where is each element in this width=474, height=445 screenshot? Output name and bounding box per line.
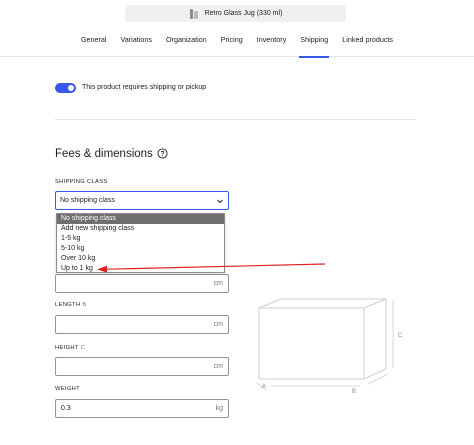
diagram-label-c: C — [398, 333, 403, 339]
dropdown-option[interactable]: 5-10 kg — [57, 244, 224, 254]
height-field[interactable]: cm — [55, 357, 229, 376]
weight-unit: kg — [215, 405, 223, 412]
tab-variations[interactable]: Variations — [121, 30, 152, 57]
length-label-text: LENGTH — [55, 302, 81, 308]
tab-pricing[interactable]: Pricing — [221, 30, 243, 57]
product-editor: Retro Glass Jug (330 ml) General Variati… — [0, 0, 474, 445]
length-unit: cm — [213, 321, 223, 328]
section-divider — [55, 119, 416, 120]
dropdown-option[interactable]: Over 10 kg — [57, 254, 224, 264]
shipping-class-label: SHIPPING CLASS — [55, 179, 108, 185]
tab-inventory[interactable]: Inventory — [257, 30, 287, 57]
help-icon[interactable] — [157, 148, 168, 159]
diagram-label-b: B — [352, 389, 356, 395]
width-unit: cm — [213, 280, 223, 287]
height-key: C — [80, 345, 86, 351]
weight-value: 0.3 — [61, 405, 71, 412]
product-title-bar[interactable]: Retro Glass Jug (330 ml) — [125, 5, 346, 22]
chevron-down-icon — [217, 199, 223, 204]
height-label-text: HEIGHT — [55, 345, 79, 351]
tab-general[interactable]: General — [81, 30, 107, 57]
diagram-label-a: A — [262, 384, 266, 390]
dropdown-option[interactable]: No shipping class — [57, 214, 224, 224]
length-key: B — [82, 302, 87, 308]
dropdown-option[interactable]: 1-5 kg — [57, 234, 224, 244]
tab-organization[interactable]: Organization — [166, 30, 207, 57]
shipping-class-dropdown: No shipping class Add new shipping class… — [56, 213, 225, 273]
dropdown-option[interactable]: Up to 1 kg — [57, 264, 224, 274]
weight-field[interactable]: 0.3 kg — [55, 399, 229, 418]
section-title: Fees & dimensions — [55, 148, 153, 160]
shipping-toggle-label: This product requires shipping or pickup — [82, 84, 207, 91]
dropdown-option[interactable]: Add new shipping class — [57, 224, 224, 234]
weight-label: WEIGHT — [55, 386, 80, 392]
product-name: Retro Glass Jug (330 ml) — [204, 10, 283, 17]
tab-shipping[interactable]: Shipping — [299, 30, 330, 58]
height-label: HEIGHT C — [55, 345, 85, 351]
height-unit: cm — [213, 363, 223, 370]
product-thumbnail — [189, 8, 199, 20]
shipping-class-value: No shipping class — [60, 197, 115, 204]
dimensions-box-illustration: A B C — [256, 298, 403, 395]
width-field[interactable]: cm — [55, 274, 229, 293]
shipping-class-select[interactable]: No shipping class — [55, 191, 229, 210]
length-label: LENGTH B — [55, 302, 87, 308]
shipping-toggle[interactable] — [55, 83, 76, 93]
product-tabs: General Variations Organization Pricing … — [0, 30, 474, 58]
tab-linked-products[interactable]: Linked products — [342, 30, 393, 57]
length-field[interactable]: cm — [55, 315, 229, 334]
